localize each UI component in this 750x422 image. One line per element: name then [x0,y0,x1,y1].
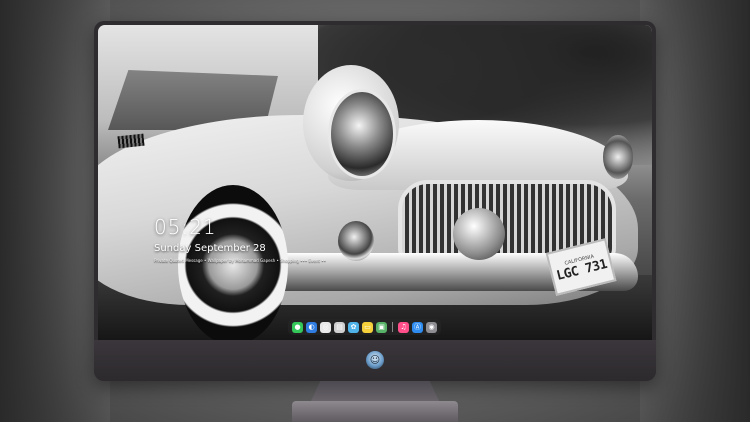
car-headlight [328,89,396,179]
car-right-headlight [603,135,633,179]
finder-icon[interactable]: ◐ [306,321,317,333]
monitor-stand-neck [310,381,440,403]
monitor-chin: ☺ [94,340,656,381]
dock: ● ◐ ◎ ▤ ✿ ▭ ▣ ♫ Ⓐ ◉ [288,319,441,335]
music-icon[interactable]: ♫ [398,321,409,333]
app-store-icon[interactable]: Ⓐ [412,321,423,333]
safari-icon[interactable]: ◎ [320,321,331,333]
alien-icon: ☺ [366,351,384,369]
camera-icon[interactable]: ◉ [426,321,437,333]
terminal-icon[interactable]: ▤ [334,321,345,333]
monitor: CALIFORNIA LGC 731 05:21 Sunday Septembe… [94,21,656,381]
preview-icon[interactable]: ▣ [376,321,387,333]
car-bumper-guard [453,208,505,260]
car-fog-light [338,221,374,261]
dock-separator [392,322,393,332]
notes-icon[interactable]: ▭ [362,321,373,333]
desktop-screen: CALIFORNIA LGC 731 05:21 Sunday Septembe… [98,25,652,340]
messages-icon[interactable]: ● [292,321,303,333]
monitor-stand-base [292,401,458,422]
photos-icon[interactable]: ✿ [348,321,359,333]
lock-screen-subline: Private Quoted Message • Wallpaper by Mo… [154,258,326,263]
background-blur-right [640,0,750,422]
lock-screen-date: Sunday September 28 [154,243,266,254]
lock-screen-time: 05:21 [154,215,217,239]
